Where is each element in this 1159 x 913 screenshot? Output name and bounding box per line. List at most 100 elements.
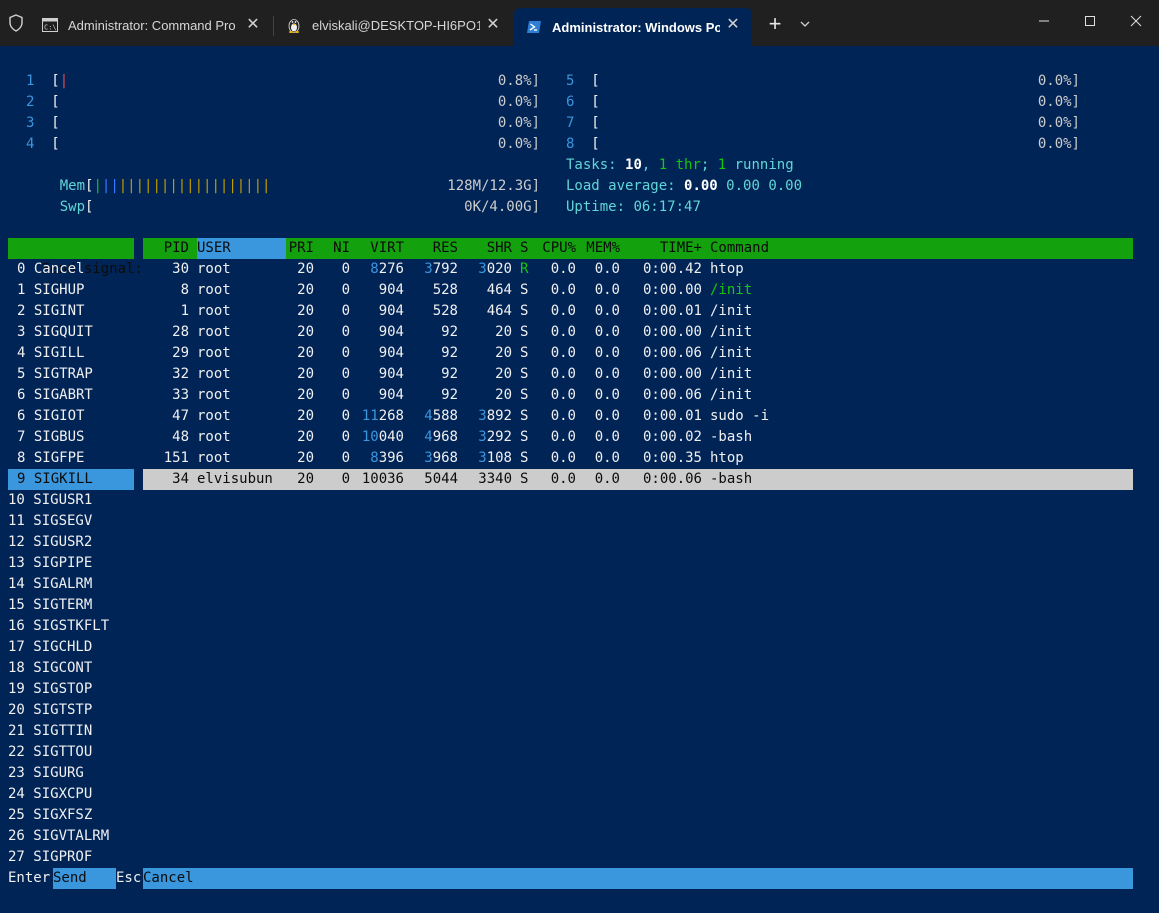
mem-meter: Mem[||||||||||||||||||||| [59, 178, 271, 194]
shield-icon [9, 14, 23, 32]
signal-item[interactable]: 26 SIGVTALRM [8, 826, 134, 847]
signal-item[interactable]: 27 SIGPROF [8, 847, 134, 868]
cell-virt: 11268 [361, 408, 404, 424]
signal-item[interactable]: 7 SIGBUS [8, 427, 134, 448]
process-row[interactable]: 151 root 20 0 8396 3968 3108 S 0.0 0.0 0:00.35 htop [143, 448, 1133, 469]
column-header-user[interactable]: USER [197, 238, 286, 259]
cell-time: 0:00.35 [642, 450, 702, 466]
tab-kali[interactable]: elviskali@DESKTOP-HI6PO1T: ~ ✕ [274, 8, 512, 42]
cell-mem: 0.0 [594, 408, 620, 424]
terminal-area[interactable]: 1 [| 0.8%] 2 [0.0%] 3 [0.0%] 4 [0.0%] 5 [0.0… [0, 46, 1159, 913]
cell-virt: 8276 [370, 261, 404, 277]
maximize-button[interactable] [1067, 0, 1113, 42]
minimize-button[interactable] [1021, 0, 1067, 42]
process-row[interactable]: 30 root 20 0 8276 3792 3020 R 0.0 0.0 0:00.42 htop [143, 259, 1133, 280]
signal-item[interactable]: 19 SIGSTOP [8, 679, 134, 700]
cpu-percent: 0.0%] [497, 115, 540, 131]
signal-item[interactable]: 2 SIGINT [8, 301, 134, 322]
signal-item-selected[interactable]: 9 SIGKILL [8, 469, 134, 490]
signal-panel-header: Send signal: [8, 238, 143, 277]
signal-item[interactable]: 25 SIGXFSZ [8, 805, 134, 826]
cell-command: sudo -i [710, 408, 770, 424]
signal-item[interactable]: 11 SIGSEGV [8, 511, 134, 532]
cell-res: 5044 [424, 471, 458, 487]
signal-item[interactable]: 12 SIGUSR2 [8, 532, 134, 553]
process-row[interactable]: 8 root 20 0 904 528 464 S 0.0 0.0 0:00.00/init [143, 280, 1133, 301]
close-icon[interactable]: ✕ [724, 16, 742, 34]
cell-cpu: 0.0 [550, 471, 576, 487]
signal-item[interactable]: 4 SIGILL [8, 343, 134, 364]
column-header-time[interactable]: TIME+ [628, 238, 702, 259]
signal-item[interactable]: 21 SIGTTIN [8, 721, 134, 742]
column-header-virt[interactable]: VIRT [352, 238, 404, 259]
column-header-mem[interactable]: MEM% [582, 238, 620, 259]
signal-item[interactable]: 5 SIGTRAP [8, 364, 134, 385]
process-row[interactable]: 32 root 20 0 904 92 20 S 0.0 0.0 0:00.00/init [143, 364, 1133, 385]
signal-item[interactable]: 6 SIGIOT [8, 406, 134, 427]
chevron-down-icon[interactable] [795, 14, 815, 34]
send-button[interactable]: Send [53, 868, 116, 889]
cell-res: 92 [441, 387, 458, 403]
cell-res: 92 [441, 324, 458, 340]
cell-user: root [197, 387, 231, 403]
column-header-pid[interactable]: PID [143, 238, 189, 259]
cell-pri: 20 [297, 345, 314, 361]
signal-item[interactable]: 1 SIGHUP [8, 280, 134, 301]
process-row[interactable]: 28 root 20 0 904 92 20 S 0.0 0.0 0:00.00/init [143, 322, 1133, 343]
column-header-command[interactable]: Command [710, 238, 910, 259]
close-window-button[interactable] [1113, 0, 1159, 42]
cell-pid: 151 [163, 450, 189, 466]
signal-item[interactable]: 23 SIGURG [8, 763, 134, 784]
signal-item[interactable]: 16 SIGSTKFLT [8, 616, 134, 637]
signal-item[interactable]: 10 SIGUSR1 [8, 490, 134, 511]
cancel-button[interactable]: Cancel [143, 868, 1133, 889]
cell-res: 528 [432, 282, 458, 298]
close-icon[interactable]: ✕ [244, 16, 262, 34]
process-row-selected[interactable]: 34 elvisubun 20 0 10036 5044 3340 S 0.0 0.0 0:00.0… [143, 469, 1133, 490]
cell-time: 0:00.02 [642, 429, 702, 445]
close-icon[interactable]: ✕ [484, 16, 502, 34]
cell-virt: 904 [378, 324, 404, 340]
title-bar: C:\ Administrator: Command Prom ✕ elvisk… [0, 0, 1159, 46]
new-tab-button[interactable]: + [763, 12, 787, 36]
column-header-ni[interactable]: NI [322, 238, 350, 259]
signal-item[interactable]: 17 SIGCHLD [8, 637, 134, 658]
process-row[interactable]: 29 root 20 0 904 92 20 S 0.0 0.0 0:00.06/init [143, 343, 1133, 364]
column-header-cpu[interactable]: CPU% [538, 238, 576, 259]
process-row[interactable]: 47 root 20 0 11268 4588 3892 S 0.0 0.0 0:00.01 sudo… [143, 406, 1133, 427]
cell-pid: 32 [172, 366, 189, 382]
signal-item[interactable]: 14 SIGALRM [8, 574, 134, 595]
tab-powershell[interactable]: Administrator: Windows Powe ✕ [514, 8, 752, 46]
signal-item[interactable]: 8 SIGFPE [8, 448, 134, 469]
cell-ni: 0 [341, 387, 350, 403]
column-header-res[interactable]: RES [404, 238, 458, 259]
signal-item[interactable]: 15 SIGTERM [8, 595, 134, 616]
signal-item[interactable]: 3 SIGQUIT [8, 322, 134, 343]
column-header-shr[interactable]: SHR [458, 238, 512, 259]
cell-shr: 3340 [478, 471, 512, 487]
signal-item[interactable]: 13 SIGPIPE [8, 553, 134, 574]
cell-res: 92 [441, 366, 458, 382]
signal-item[interactable]: 0 Cancel [8, 259, 134, 280]
cell-pid: 33 [172, 387, 189, 403]
maximize-icon [1085, 16, 1095, 26]
cell-user: root [197, 429, 231, 445]
cell-virt: 904 [378, 345, 404, 361]
column-header-s[interactable]: S [520, 238, 532, 259]
process-row[interactable]: 33 root 20 0 904 92 20 S 0.0 0.0 0:00.06/init [143, 385, 1133, 406]
process-row[interactable]: 48 root 20 0 10040 4968 3292 S 0.0 0.0 0:00.02 -bas… [143, 427, 1133, 448]
cell-pri: 20 [297, 387, 314, 403]
cell-time: 0:00.06 [642, 471, 702, 487]
cpu-meter: 1 [| [26, 73, 69, 89]
cmd-icon: C:\ [42, 18, 58, 32]
column-header-pri[interactable]: PRI [286, 238, 314, 259]
signal-item[interactable]: 20 SIGTSTP [8, 700, 134, 721]
signal-item[interactable]: 6 SIGABRT [8, 385, 134, 406]
signal-item[interactable]: 18 SIGCONT [8, 658, 134, 679]
signal-item[interactable]: 24 SIGXCPU [8, 784, 134, 805]
tab-command-prompt[interactable]: C:\ Administrator: Command Prom ✕ [30, 8, 272, 42]
load-average: Load average: 0.00 0.00 0.00 [566, 178, 803, 194]
cell-pri: 20 [297, 471, 314, 487]
signal-item[interactable]: 22 SIGTTOU [8, 742, 134, 763]
process-row[interactable]: 1 root 20 0 904 528 464 S 0.0 0.0 0:00.01/init [143, 301, 1133, 322]
